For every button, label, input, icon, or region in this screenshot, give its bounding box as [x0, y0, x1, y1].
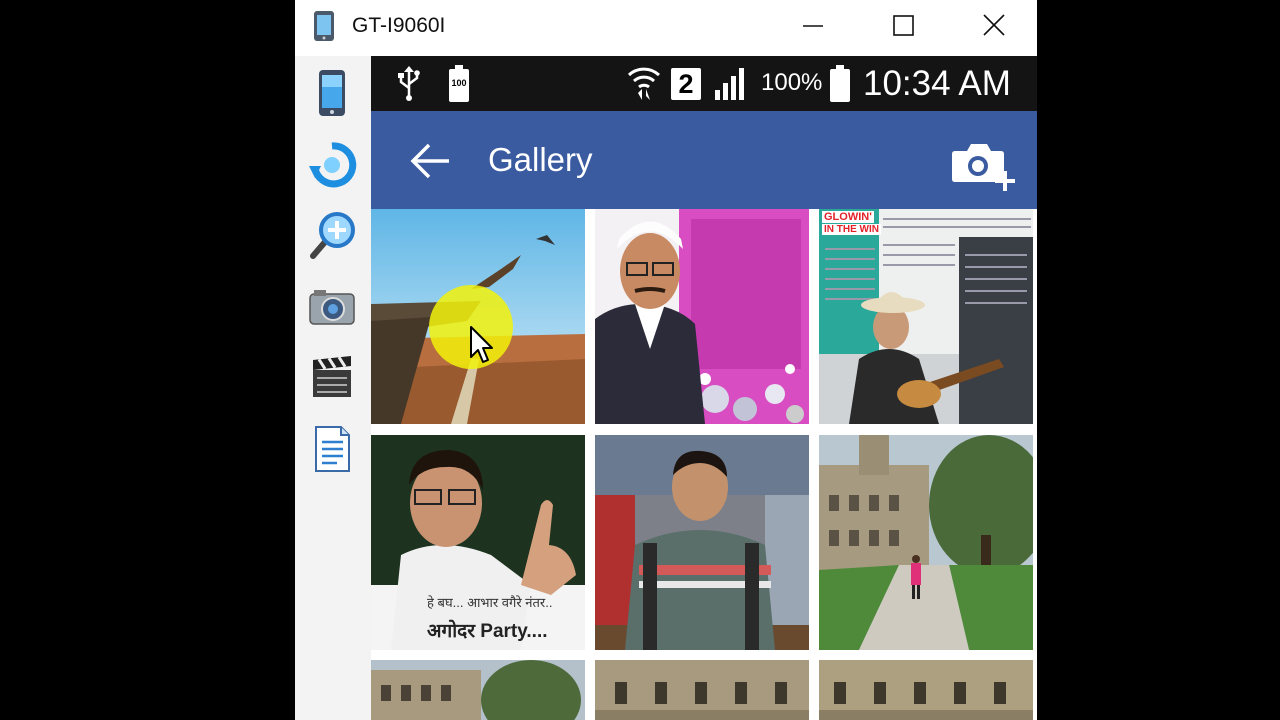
photo-tile[interactable]	[595, 660, 809, 720]
photo-tile[interactable]	[371, 660, 585, 720]
sim-slot-label: 2	[678, 69, 694, 99]
camera-icon[interactable]	[307, 282, 357, 332]
status-time: 10:34 AM	[863, 64, 1011, 103]
battery-small-label: 100	[451, 78, 467, 88]
tile-caption-line2: अगोदर Party....	[427, 621, 548, 642]
close-icon[interactable]	[971, 6, 1017, 46]
photo-man-backpack	[595, 435, 809, 650]
battery-icon	[830, 65, 850, 102]
photo-tile[interactable]: हे बघ... आभार वगैरे नंतर.. अगोदर Party..…	[371, 435, 585, 650]
tile-caption-line1: हे बघ... आभार वगैरे नंतर..	[427, 595, 553, 610]
tile-heading-2: IN THE WIN	[822, 224, 881, 235]
camera-add-icon[interactable]	[949, 137, 1019, 193]
minimize-icon[interactable]	[790, 6, 836, 46]
signal-icon	[715, 68, 744, 100]
photo-newspaper-guitarist	[819, 209, 1033, 424]
emulator-window: GT-I9060I 100 2 100% 10:34 AM Gallery GL…	[295, 0, 1037, 720]
emulator-toolbar	[295, 56, 372, 720]
photo-birthday-man	[595, 209, 809, 424]
page-title: Gallery	[488, 141, 593, 178]
photo-tile[interactable]	[595, 209, 809, 424]
app-bar: Gallery	[371, 111, 1037, 209]
window-titlebar: GT-I9060I	[295, 0, 1037, 56]
clapperboard-icon[interactable]	[307, 352, 357, 402]
photo-woman-park	[819, 435, 1033, 650]
back-arrow-icon[interactable]	[407, 141, 455, 181]
wifi-icon	[627, 67, 661, 100]
photo-tile[interactable]	[819, 435, 1033, 650]
photo-eagle-cliff	[371, 209, 585, 424]
phone-app-icon	[314, 11, 334, 41]
maximize-icon[interactable]	[880, 6, 926, 46]
rotate-icon[interactable]	[307, 140, 357, 190]
zoom-icon[interactable]	[307, 210, 357, 260]
photo-tile[interactable]: GLOWIN' IN THE WIN	[819, 209, 1033, 424]
photo-tile[interactable]	[819, 660, 1033, 720]
photo-tile[interactable]	[371, 209, 585, 424]
sim-badge: 2	[671, 68, 701, 100]
photo-building-3	[819, 660, 1033, 720]
mouse-cursor-icon	[470, 326, 493, 363]
document-icon[interactable]	[307, 424, 357, 474]
tile-heading-1: GLOWIN'	[822, 211, 874, 223]
phone-icon[interactable]	[307, 68, 357, 118]
usb-icon	[398, 66, 420, 101]
photo-building-1	[371, 660, 585, 720]
battery-percent: 100%	[761, 69, 823, 96]
phone-screen: 100 2 100% 10:34 AM Gallery GLOWIN' IN T…	[371, 56, 1037, 720]
status-bar: 100 2 100% 10:34 AM	[371, 56, 1037, 111]
photo-building-2	[595, 660, 809, 720]
photo-tile[interactable]	[595, 435, 809, 650]
window-title: GT-I9060I	[352, 14, 446, 37]
